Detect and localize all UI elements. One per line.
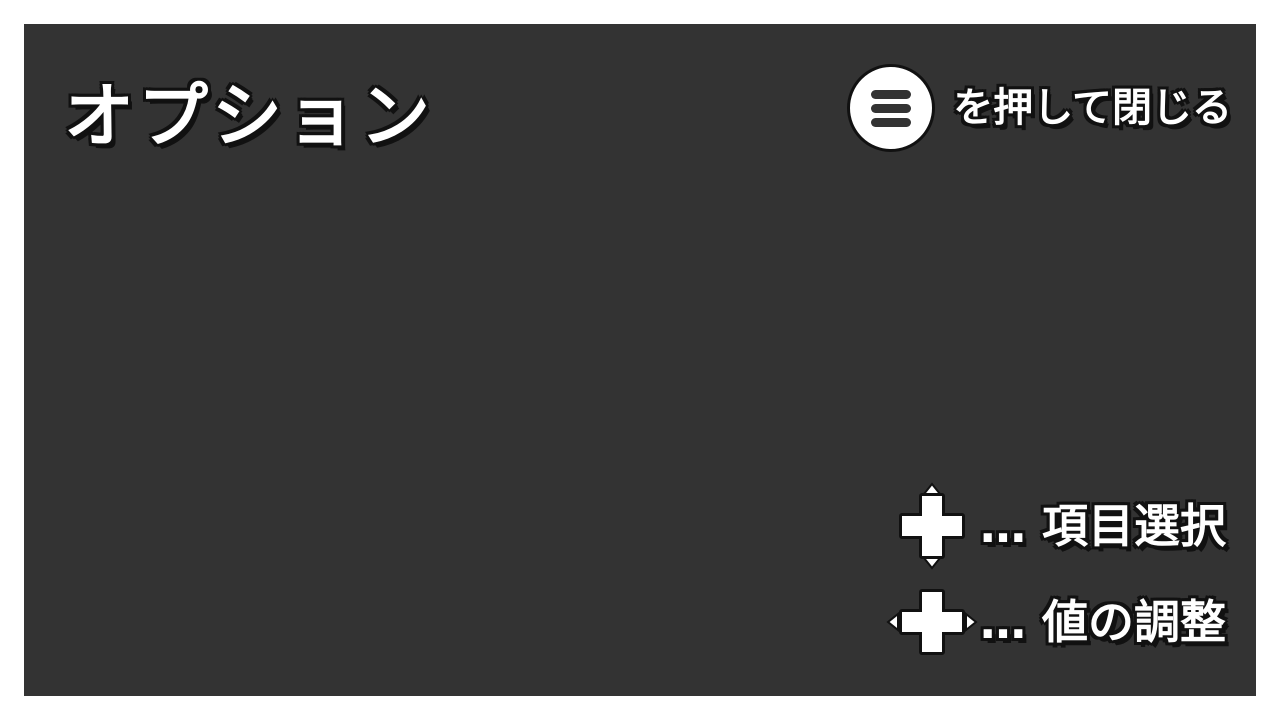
control-hint-select: … 項目選択 <box>886 482 1226 570</box>
dpad-left-right-icon <box>886 576 978 668</box>
control-hint-select-label: … 項目選択 <box>979 499 1226 553</box>
close-hint-label: を押して閉じる <box>953 85 1232 131</box>
menu-button-icon[interactable] <box>847 64 936 152</box>
dpad-up-down-icon <box>886 480 978 572</box>
control-hint-adjust-label: … 値の調整 <box>979 595 1226 649</box>
close-hint: を押して閉じる <box>847 60 1232 156</box>
options-screen: オプション を押して閉じる … 項目選択 … 値の調整 <box>24 24 1256 696</box>
page-title: オプション <box>64 75 434 157</box>
control-hint-adjust: … 値の調整 <box>886 582 1226 662</box>
